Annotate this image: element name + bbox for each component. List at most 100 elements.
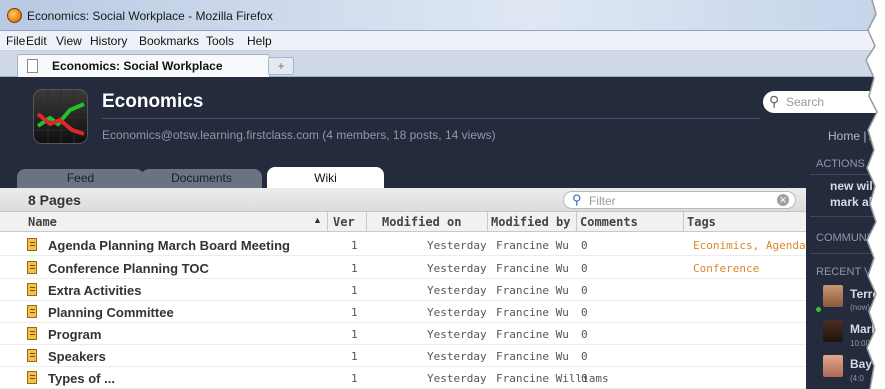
page-comments: 0 — [581, 306, 588, 319]
page-modified-by: Francine Wu — [496, 239, 569, 252]
window-title-bar: Economics: Social Workplace - Mozilla Fi… — [0, 0, 885, 31]
menu-edit[interactable]: Edit — [26, 34, 47, 48]
page-comments: 0 — [581, 284, 588, 297]
page-ver: 1 — [351, 262, 358, 275]
column-divider — [683, 212, 684, 232]
col-modified-on[interactable]: Modified on — [382, 215, 461, 229]
tab-feed[interactable]: Feed — [17, 169, 144, 188]
wiki-page-icon — [27, 238, 37, 251]
column-divider — [487, 212, 488, 232]
actions-heading: ACTIONS — [816, 158, 865, 170]
page-comments: 0 — [581, 262, 588, 275]
new-tab-button[interactable]: + — [268, 57, 294, 75]
browser-tab-label: Economics: Social Workplace — [52, 59, 223, 73]
page-name[interactable]: Speakers — [48, 349, 106, 364]
column-divider — [327, 212, 328, 232]
page-ver: 1 — [351, 372, 358, 385]
page-ver: 1 — [351, 239, 358, 252]
table-row[interactable]: Planning Committee 1 Yesterday Francine … — [0, 301, 806, 323]
avatar[interactable] — [823, 285, 843, 307]
col-comments[interactable]: Comments — [580, 215, 638, 229]
search-icon: ⚲ — [769, 93, 780, 109]
menu-file[interactable]: File — [6, 34, 25, 48]
header-divider — [102, 118, 760, 119]
menu-bookmarks[interactable]: Bookmarks — [139, 34, 199, 48]
page-comments: 0 — [581, 372, 588, 385]
menu-help[interactable]: Help — [247, 34, 272, 48]
wiki-page-icon — [27, 349, 37, 362]
col-ver[interactable]: Ver — [333, 215, 355, 229]
sort-ascending-icon[interactable]: ▲ — [313, 215, 322, 225]
col-name[interactable]: Name — [28, 215, 57, 229]
pages-toolbar: 8 Pages ⚲ Filter ✕ — [0, 188, 806, 212]
page-modified-by: Francine Wu — [496, 306, 569, 319]
menu-view[interactable]: View — [56, 34, 82, 48]
page-ver: 1 — [351, 284, 358, 297]
wiki-content: 8 Pages ⚲ Filter ✕ Name ▲ Ver Modified o… — [0, 188, 806, 389]
table-row[interactable]: Extra Activities 1 Yesterday Francine Wu… — [0, 279, 806, 301]
browser-tab-strip: Economics: Social Workplace + — [0, 51, 885, 77]
filter-search-icon: ⚲ — [572, 192, 582, 207]
avatar[interactable] — [823, 320, 843, 342]
page-name[interactable]: Agenda Planning March Board Meeting — [48, 238, 290, 253]
table-row[interactable]: Agenda Planning March Board Meeting 1 Ye… — [0, 234, 806, 256]
page-modified-by: Francine Williams — [496, 372, 609, 385]
page-tags[interactable]: Conference — [693, 262, 759, 275]
page-modified-on: Yesterday — [427, 262, 487, 275]
page-comments: 0 — [581, 328, 588, 341]
page-ver: 1 — [351, 306, 358, 319]
table-header: Name ▲ Ver Modified on Modified by Comme… — [0, 212, 806, 232]
avatar[interactable] — [823, 355, 843, 377]
column-divider — [576, 212, 577, 232]
table-row[interactable]: Types of ... 1 Yesterday Francine Willia… — [0, 367, 806, 389]
page-name[interactable]: Program — [48, 327, 101, 342]
wiki-page-icon — [27, 327, 37, 340]
filter-input[interactable]: ⚲ Filter ✕ — [563, 191, 796, 209]
page-modified-on: Yesterday — [427, 239, 487, 252]
torn-edge-decoration — [865, 0, 885, 389]
space-tabs: Feed Documents Wiki — [0, 163, 806, 188]
page-comments: 0 — [581, 350, 588, 363]
page-name[interactable]: Types of ... — [48, 371, 115, 386]
table-row[interactable]: Conference Planning TOC 1 Yesterday Fran… — [0, 257, 806, 279]
page-ver: 1 — [351, 350, 358, 363]
page-modified-on: Yesterday — [427, 328, 487, 341]
page-modified-by: Francine Wu — [496, 328, 569, 341]
page-modified-on: Yesterday — [427, 284, 487, 297]
menu-tools[interactable]: Tools — [206, 34, 234, 48]
online-status-icon — [816, 307, 821, 312]
column-divider — [366, 212, 367, 232]
page-icon — [27, 59, 38, 73]
page-modified-by: Francine Wu — [496, 284, 569, 297]
browser-tab[interactable]: Economics: Social Workplace — [17, 54, 270, 77]
space-title: Economics — [102, 91, 204, 112]
tab-wiki[interactable]: Wiki — [267, 167, 384, 188]
search-placeholder: Search — [786, 95, 825, 109]
page-name[interactable]: Extra Activities — [48, 283, 141, 298]
tab-documents[interactable]: Documents — [141, 169, 262, 188]
filter-placeholder: Filter — [589, 194, 616, 208]
space-subtitle: Economics@otsw.learning.firstclass.com (… — [102, 128, 496, 142]
page-modified-by: Francine Wu — [496, 262, 569, 275]
page-comments: 0 — [581, 239, 588, 252]
page-modified-on: Yesterday — [427, 372, 487, 385]
clear-filter-icon[interactable]: ✕ — [777, 194, 789, 206]
page-tags[interactable]: Econimics, Agenda — [693, 239, 806, 252]
menu-bar: File Edit View History Bookmarks Tools H… — [0, 31, 885, 51]
page-name[interactable]: Conference Planning TOC — [48, 261, 209, 276]
menu-history[interactable]: History — [90, 34, 127, 48]
col-modified-by[interactable]: Modified by — [491, 215, 570, 229]
wiki-page-icon — [27, 283, 37, 296]
wiki-page-icon — [27, 261, 37, 274]
page-ver: 1 — [351, 328, 358, 341]
table-row[interactable]: Program 1 Yesterday Francine Wu 0 — [0, 323, 806, 345]
table-row[interactable]: Speakers 1 Yesterday Francine Wu 0 — [0, 345, 806, 367]
economics-logo-icon — [33, 89, 88, 144]
page-modified-on: Yesterday — [427, 350, 487, 363]
wiki-page-icon — [27, 371, 37, 384]
window-title: Economics: Social Workplace - Mozilla Fi… — [27, 9, 273, 23]
col-tags[interactable]: Tags — [687, 215, 716, 229]
page-name[interactable]: Planning Committee — [48, 305, 174, 320]
wiki-page-icon — [27, 305, 37, 318]
pages-count: 8 Pages — [28, 192, 81, 208]
